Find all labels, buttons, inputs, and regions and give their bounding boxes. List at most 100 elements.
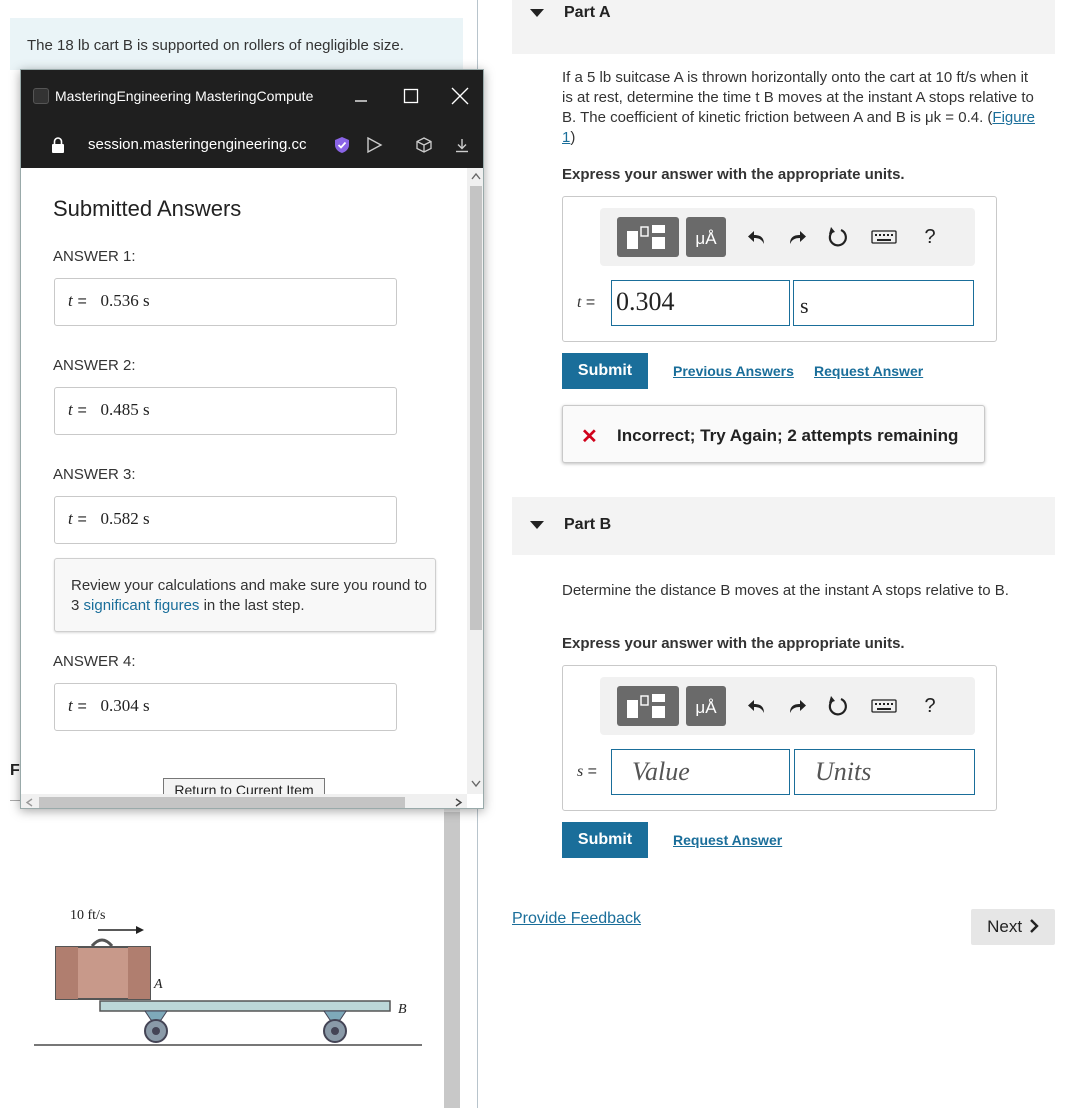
popup-vertical-scrollbar[interactable] xyxy=(467,168,483,794)
value-placeholder[interactable]: Value xyxy=(632,757,690,787)
help-icon[interactable]: ? xyxy=(918,694,942,718)
answer-variable-label: s = xyxy=(577,763,598,780)
part-a-prompt: If a 5 lb suitcase A is thrown horizonta… xyxy=(562,69,1035,146)
part-b-request-answer-link[interactable]: Request Answer xyxy=(673,832,782,848)
wheel-mount-left xyxy=(144,1010,168,1021)
scroll-left-icon[interactable] xyxy=(25,798,33,807)
part-b-submit-button[interactable]: Submit xyxy=(562,822,648,858)
close-icon[interactable] xyxy=(446,82,474,110)
answer-value: 0.536 s xyxy=(100,291,150,310)
window-titlebar[interactable]: MasteringEngineering MasteringCompute xyxy=(21,70,483,122)
provide-feedback-link[interactable]: Provide Feedback xyxy=(512,910,641,928)
rule xyxy=(10,800,20,801)
result-text: Incorrect; Try Again; 2 attempts remaini… xyxy=(617,426,959,445)
part-b-answer-panel: μÅ ? s = Value Units xyxy=(562,665,997,811)
undo-icon[interactable] xyxy=(745,694,769,718)
answer-label-1: ANSWER 1: xyxy=(53,248,136,265)
velocity-arrowhead xyxy=(136,926,144,934)
collapse-caret-icon[interactable] xyxy=(530,9,544,17)
suitcase-shade-right xyxy=(128,947,150,999)
part-a-answer-panel: μÅ ? t = 0.304 s xyxy=(562,196,997,342)
answer-var: t xyxy=(68,509,73,528)
figure-heading-fragment: F xyxy=(10,762,20,779)
significant-figures-link[interactable]: significant figures xyxy=(84,597,200,614)
maximize-icon[interactable] xyxy=(397,82,425,110)
templates-icon xyxy=(627,225,665,249)
part-a-units-prompt: Express your answer with the appropriate… xyxy=(562,166,905,183)
answer-value: 0.304 s xyxy=(100,696,150,715)
reset-icon[interactable] xyxy=(826,225,850,249)
wheel-left-hub xyxy=(152,1027,160,1035)
equals-sign: = xyxy=(77,698,96,715)
units-input[interactable]: Units xyxy=(794,749,975,795)
redo-icon[interactable] xyxy=(785,225,809,249)
templates-button[interactable] xyxy=(617,217,679,257)
value-input-text[interactable]: 0.304 xyxy=(616,287,675,317)
popup-vertical-scroll-thumb[interactable] xyxy=(470,186,482,630)
part-b-header[interactable]: Part B xyxy=(512,497,1055,555)
equals-sign: = xyxy=(77,511,96,528)
var-s: s xyxy=(577,763,584,780)
result-feedback: ✕ Incorrect; Try Again; 2 attempts remai… xyxy=(562,405,985,463)
suitcase-shade-left xyxy=(56,947,78,999)
units-input[interactable]: s xyxy=(793,280,974,326)
cart-b xyxy=(99,1000,391,1012)
templates-button[interactable] xyxy=(617,686,679,726)
answer-value: 0.582 s xyxy=(100,509,150,528)
chevron-right-icon xyxy=(1029,919,1039,933)
extensions-cube-icon[interactable] xyxy=(413,134,435,156)
problem-intro-text: The 18 lb cart B is supported on rollers… xyxy=(27,37,404,54)
answer-var: t xyxy=(68,291,73,310)
next-label: Next xyxy=(987,917,1023,936)
math-toolbar: μÅ ? xyxy=(600,208,975,266)
suitcase-handle xyxy=(90,938,114,948)
figure-scrollbar[interactable] xyxy=(444,800,460,1108)
feedback-text-end: in the last step. xyxy=(199,597,305,614)
units-placeholder[interactable]: Units xyxy=(815,757,871,787)
minimize-icon[interactable] xyxy=(347,82,375,110)
popup-horizontal-scrollbar[interactable] xyxy=(21,794,467,808)
units-input-text[interactable]: s xyxy=(800,293,809,319)
previous-answers-link[interactable]: Previous Answers xyxy=(673,363,794,379)
scroll-down-icon[interactable] xyxy=(471,780,481,788)
scroll-up-icon[interactable] xyxy=(471,172,481,180)
label-b: B xyxy=(398,1002,407,1017)
play-outline-icon[interactable] xyxy=(363,134,385,156)
cart-figure: 10 ft/s A B xyxy=(34,908,422,1046)
lock-icon[interactable] xyxy=(47,134,69,156)
popup-horizontal-scroll-thumb[interactable] xyxy=(39,797,405,808)
answer-box-2: t = 0.485 s xyxy=(54,387,397,435)
url-text[interactable]: session.masteringengineering.cc xyxy=(88,136,320,153)
reset-icon[interactable] xyxy=(826,694,850,718)
answer-value: 0.485 s xyxy=(100,400,150,419)
templates-icon xyxy=(627,694,665,718)
collapse-caret-icon[interactable] xyxy=(530,521,544,529)
part-b-prompt: Determine the distance B moves at the in… xyxy=(562,582,1009,599)
part-b-units-prompt: Express your answer with the appropriate… xyxy=(562,635,905,652)
help-icon[interactable]: ? xyxy=(918,225,942,249)
popup-content: Submitted Answers ANSWER 1: t = 0.536 s … xyxy=(21,168,467,796)
part-a-request-answer-link[interactable]: Request Answer xyxy=(814,363,923,379)
answer-variable-label: t = xyxy=(577,294,596,311)
units-button[interactable]: μÅ xyxy=(686,217,726,257)
part-a-submit-button[interactable]: Submit xyxy=(562,353,648,389)
value-input[interactable]: Value xyxy=(611,749,790,795)
download-icon[interactable] xyxy=(451,134,473,156)
answer-feedback-box: Review your calculations and make sure y… xyxy=(54,558,436,632)
keyboard-icon[interactable] xyxy=(870,694,898,718)
part-a-header[interactable]: Part A xyxy=(512,0,1055,54)
answer-label-4: ANSWER 4: xyxy=(53,653,136,670)
undo-icon[interactable] xyxy=(745,225,769,249)
redo-icon[interactable] xyxy=(785,694,809,718)
keyboard-icon[interactable] xyxy=(870,225,898,249)
next-button[interactable]: Next xyxy=(971,909,1055,945)
part-a-prompt-text: If a 5 lb suitcase A is thrown horizonta… xyxy=(562,69,1034,126)
scroll-right-icon[interactable] xyxy=(455,798,463,807)
verified-shield-icon[interactable] xyxy=(331,134,353,156)
address-bar[interactable]: session.masteringengineering.cc xyxy=(21,122,483,168)
equals-sign: = xyxy=(77,293,96,310)
units-button[interactable]: μÅ xyxy=(686,686,726,726)
value-input[interactable]: 0.304 xyxy=(611,280,790,326)
answer-box-4: t = 0.304 s xyxy=(54,683,397,731)
window-title: MasteringEngineering MasteringCompute xyxy=(55,88,314,104)
